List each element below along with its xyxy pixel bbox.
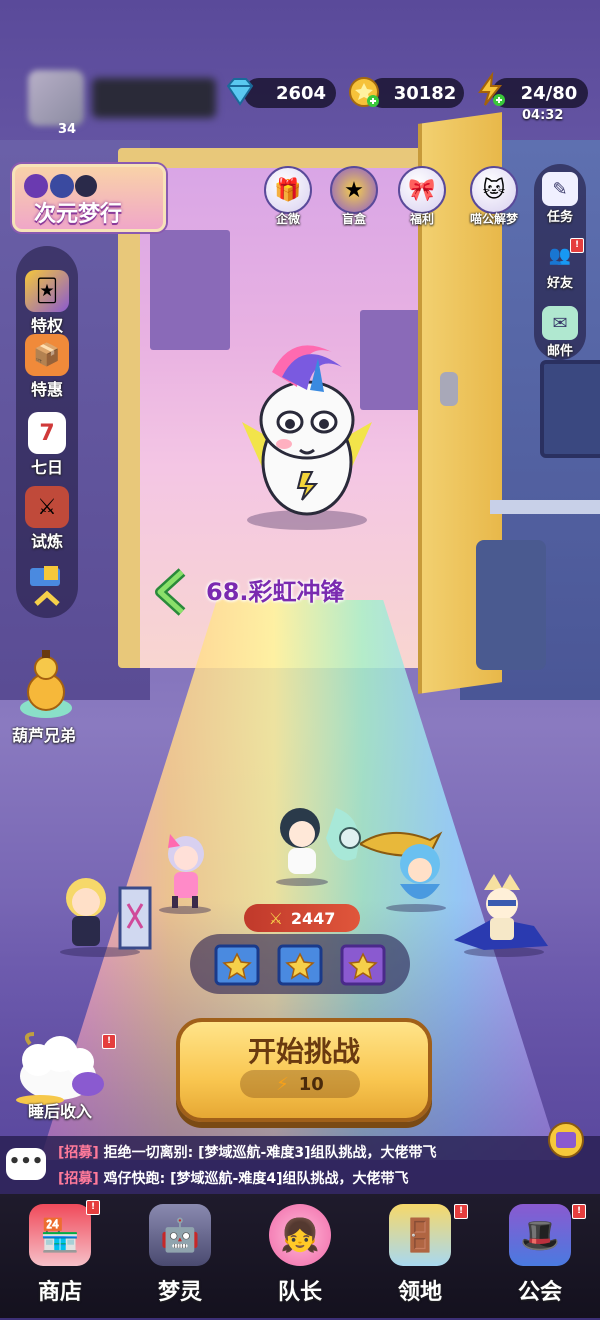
lightning-icon	[478, 72, 505, 106]
reward-chest-icon[interactable]	[340, 942, 386, 986]
nav-territory[interactable]: 🚪 领地	[360, 1204, 480, 1306]
chat-message-tag: [招募]	[58, 1171, 99, 1187]
room-pc	[476, 540, 546, 670]
shop-notification-badge: !	[86, 1200, 100, 1215]
top-menu-cat-dream[interactable]: 🐱 喵公解梦	[464, 166, 524, 227]
territory-icon: 🚪	[389, 1204, 451, 1266]
right-menu-label: 好友	[546, 276, 573, 291]
room-desk	[490, 500, 600, 514]
left-menu-label: 七日	[30, 458, 63, 477]
hero-blonde-knight[interactable]	[50, 868, 160, 958]
sleeping-sheep-icon[interactable]	[8, 1024, 112, 1108]
discount-icon: 📦	[25, 334, 69, 376]
coin-icon	[349, 77, 379, 107]
expand-chat-icon[interactable]	[546, 1120, 586, 1160]
sword-icon: ⚔	[268, 908, 283, 928]
player-avatar[interactable]	[28, 70, 84, 126]
team-power-value: 2447	[290, 908, 336, 928]
diamond-icon	[226, 78, 254, 106]
blind-box-icon: ★	[330, 166, 378, 214]
friends-notification-badge: !	[570, 238, 584, 253]
stage-title: 68.彩虹冲锋	[206, 578, 345, 606]
energy-cost-value: 10	[298, 1073, 324, 1095]
energy-timer: 04:32	[522, 108, 564, 123]
energy-cost: ⚡ 10	[240, 1070, 360, 1098]
top-menu-welfare[interactable]: 🎀 福利	[394, 166, 450, 227]
player-level: 34	[58, 122, 77, 137]
right-menu-task[interactable]: ✎ 任务	[534, 172, 586, 225]
territory-notification-badge: !	[454, 1204, 468, 1219]
nav-label: 领地	[397, 1280, 442, 1305]
sleep-income-label[interactable]: 睡后收入	[28, 1098, 92, 1122]
right-menu-label: 任务	[546, 210, 573, 225]
nav-label: 梦灵	[157, 1280, 202, 1305]
top-menu-blindbox[interactable]: ★ 盲盒	[326, 166, 382, 227]
top-menu-label: 福利	[409, 212, 434, 226]
left-menu-discount[interactable]: 📦 特惠	[16, 334, 78, 400]
bookshelf	[150, 230, 230, 350]
player-name	[92, 78, 216, 118]
chat-message-tag: [招募]	[58, 1145, 99, 1161]
chat-message: [招募] 鸡仔快跑: [梦域巡航-难度4]组队挑战，大佬带飞	[58, 1168, 409, 1188]
chat-message-text: 拒绝一切离别: [梦域巡航-难度3]组队挑战，大佬带飞	[103, 1145, 437, 1161]
gourd-brothers-label[interactable]: 葫芦兄弟	[12, 722, 76, 746]
nav-dream-spirit[interactable]: 🤖 梦灵	[120, 1204, 240, 1306]
hero-masked-knight[interactable]	[444, 870, 554, 960]
left-menu-label: 试炼	[30, 532, 63, 551]
reward-chest-icon[interactable]	[214, 942, 260, 986]
nav-shop[interactable]: 🏪 商店	[0, 1204, 120, 1306]
chat-message-text: 鸡仔快跑: [梦域巡航-难度4]组队挑战，大佬带飞	[103, 1171, 409, 1187]
unicorn-boss[interactable]	[222, 332, 392, 532]
reward-chest-icon[interactable]	[277, 942, 323, 986]
task-icon: ✎	[542, 172, 578, 206]
dream-spirit-icon: 🤖	[149, 1204, 211, 1266]
right-menu-mail[interactable]: ✉ 邮件	[534, 306, 586, 359]
sleep-income-badge: !	[102, 1034, 116, 1049]
nav-label: 公会	[517, 1280, 562, 1305]
captain-icon: 👧	[269, 1204, 331, 1266]
welfare-icon: 🎀	[398, 166, 446, 214]
mail-icon: ✉	[542, 306, 578, 340]
seven-day-icon: 7	[28, 412, 66, 454]
top-menu-label: 喵公解梦	[469, 212, 518, 226]
room-monitor	[540, 360, 600, 458]
top-menu-wecom[interactable]: 🎁 企微	[260, 166, 316, 227]
nav-guild[interactable]: 🎩 公会	[480, 1204, 600, 1306]
left-menu-privilege[interactable]: 🃏 特权	[16, 270, 78, 336]
left-menu-label: 特权	[30, 316, 63, 335]
chat-icon[interactable]: •••	[6, 1148, 46, 1180]
diamond-count: 2604	[275, 82, 327, 104]
top-menu-label: 企微	[275, 212, 300, 226]
shop-icon: 🏪	[29, 1204, 91, 1266]
privilege-icon: 🃏	[25, 270, 69, 312]
gourd-icon[interactable]	[16, 644, 76, 720]
lightning-icon: ⚡	[276, 1073, 289, 1095]
coin-count: 30182	[393, 82, 457, 104]
left-menu-label: 特惠	[30, 380, 63, 399]
nav-label: 队长	[277, 1280, 322, 1305]
nav-label: 商店	[37, 1280, 82, 1305]
cat-dream-icon: 🐱	[470, 166, 518, 214]
right-menu-label: 邮件	[546, 344, 573, 359]
event-banner-label: 次元梦行	[34, 202, 123, 227]
left-menu-trial[interactable]: ⚔ 试炼	[16, 486, 78, 552]
previous-stage-arrow-icon[interactable]	[154, 568, 190, 616]
left-menu-seven-day[interactable]: 7 七日	[16, 412, 78, 478]
door-knob	[440, 372, 458, 406]
chevron-up-icon[interactable]	[24, 566, 70, 610]
team-power-bar: ⚔ 2447	[244, 904, 360, 932]
guild-icon: 🎩	[509, 1204, 571, 1266]
energy-count: 24/80	[520, 82, 578, 104]
guild-notification-badge: !	[572, 1204, 586, 1219]
start-challenge-label: 开始挑战	[247, 1035, 360, 1068]
top-menu-label: 盲盒	[341, 212, 366, 226]
gift-icon: 🎁	[264, 166, 312, 214]
nav-captain[interactable]: 👧 队长	[240, 1204, 360, 1306]
coin-counter[interactable]: 30182	[368, 78, 464, 108]
hero-pink-dancer[interactable]	[150, 824, 220, 914]
trial-icon: ⚔	[25, 486, 69, 528]
chat-message: [招募] 拒绝一切离别: [梦域巡航-难度3]组队挑战，大佬带飞	[58, 1142, 437, 1162]
